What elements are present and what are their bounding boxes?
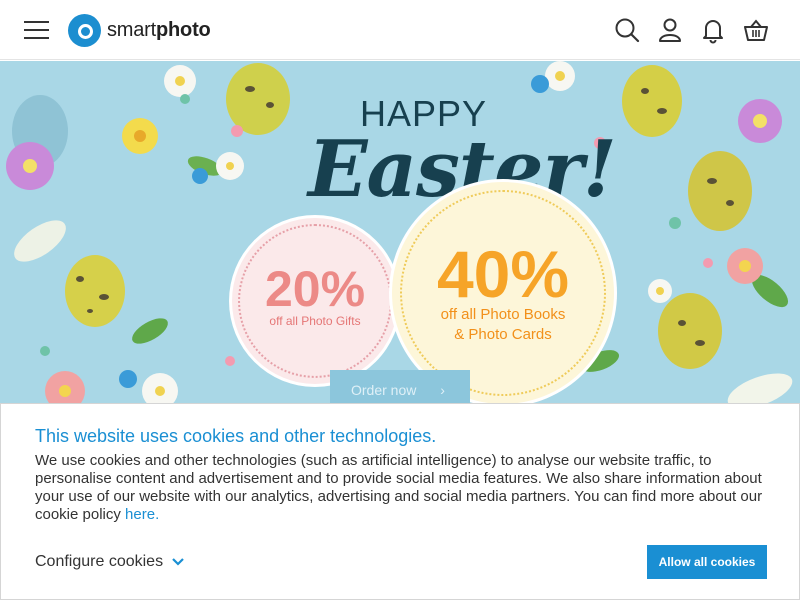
cookie-policy-link[interactable]: here xyxy=(125,506,155,523)
basket-icon[interactable] xyxy=(742,16,770,44)
easter-banner[interactable]: HAPPY Easter! 20% off all Photo Gifts 40… xyxy=(0,61,800,406)
chevron-right-icon: › xyxy=(440,382,445,398)
site-header: smartphoto xyxy=(0,0,800,60)
logo-text: smartphoto xyxy=(107,18,211,41)
configure-cookies-label: Configure cookies xyxy=(35,553,164,570)
offer-description-line1: off all Photo Books xyxy=(440,306,566,323)
offer-percent: 20% xyxy=(264,261,366,317)
bell-icon[interactable] xyxy=(699,16,727,44)
offer-description: off all Photo Gifts xyxy=(269,314,361,328)
offer-badge-photo-gifts: 20% off all Photo Gifts xyxy=(232,218,398,384)
configure-cookies-button[interactable]: Configure cookies xyxy=(35,553,185,571)
order-now-label: Order now xyxy=(351,382,417,398)
offer-percent: 40% xyxy=(436,237,570,311)
user-icon[interactable] xyxy=(656,16,684,44)
logo-mark-icon xyxy=(68,13,101,47)
menu-icon[interactable] xyxy=(24,19,50,41)
cookie-title: This website uses cookies and other tech… xyxy=(35,426,437,446)
logo[interactable]: smartphoto xyxy=(68,13,211,47)
cookie-banner: This website uses cookies and other tech… xyxy=(0,403,800,600)
offer-description-line2: & Photo Cards xyxy=(454,326,552,343)
chevron-down-icon xyxy=(172,558,184,566)
search-icon[interactable] xyxy=(613,16,641,44)
cookie-text: We use cookies and other technologies (s… xyxy=(35,452,775,524)
order-now-button[interactable]: Order now › xyxy=(330,370,470,406)
allow-all-cookies-button[interactable]: Allow all cookies xyxy=(647,545,767,579)
cookie-link-suffix: . xyxy=(155,506,160,523)
